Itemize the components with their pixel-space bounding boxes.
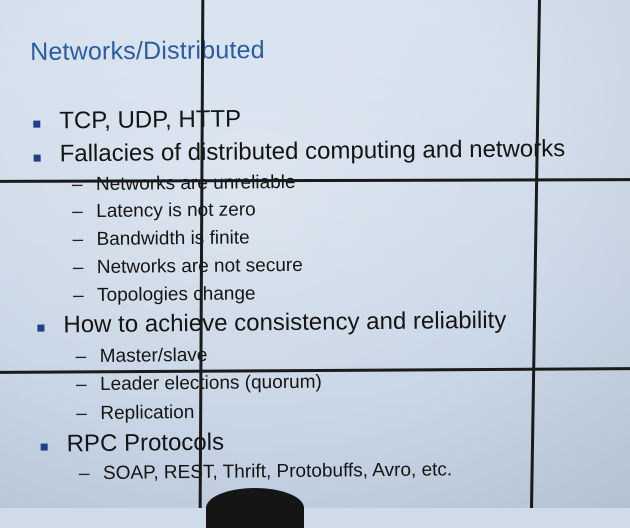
dash-marker: – — [76, 403, 88, 425]
bullet-marker — [33, 154, 41, 162]
dash-marker: – — [71, 174, 83, 196]
dash-marker: – — [72, 201, 83, 223]
dash-marker: – — [72, 285, 84, 307]
bullet-marker — [40, 443, 48, 451]
bullet-item: Fallacies of distributed computing and n… — [59, 135, 566, 168]
bullet-marker — [33, 120, 41, 128]
bullet-item: TCP, UDP, HTTP — [59, 105, 242, 135]
sub-item: Latency is not zero — [96, 199, 256, 223]
dash-marker: – — [72, 229, 84, 251]
bullet-marker — [37, 324, 45, 332]
sub-item: Replication — [100, 401, 195, 424]
sub-item: Topologies change — [96, 283, 256, 306]
audience-head-silhouette — [206, 488, 304, 528]
sub-item: Master/slave — [99, 344, 208, 367]
sub-item: SOAP, REST, Thrift, Protobuffs, Avro, et… — [102, 459, 453, 484]
dash-marker: – — [75, 346, 87, 368]
sub-item: Networks are unreliable — [95, 171, 296, 196]
dash-marker: – — [78, 463, 90, 485]
dash-marker: – — [72, 257, 84, 279]
slide-title: Networks/Distributed — [30, 35, 265, 66]
sub-item: Bandwidth is finite — [96, 227, 250, 251]
sub-item: Leader elections (quorum) — [99, 371, 322, 395]
dash-marker: – — [75, 374, 87, 396]
bullet-item: How to achieve consistency and reliabili… — [63, 306, 507, 339]
